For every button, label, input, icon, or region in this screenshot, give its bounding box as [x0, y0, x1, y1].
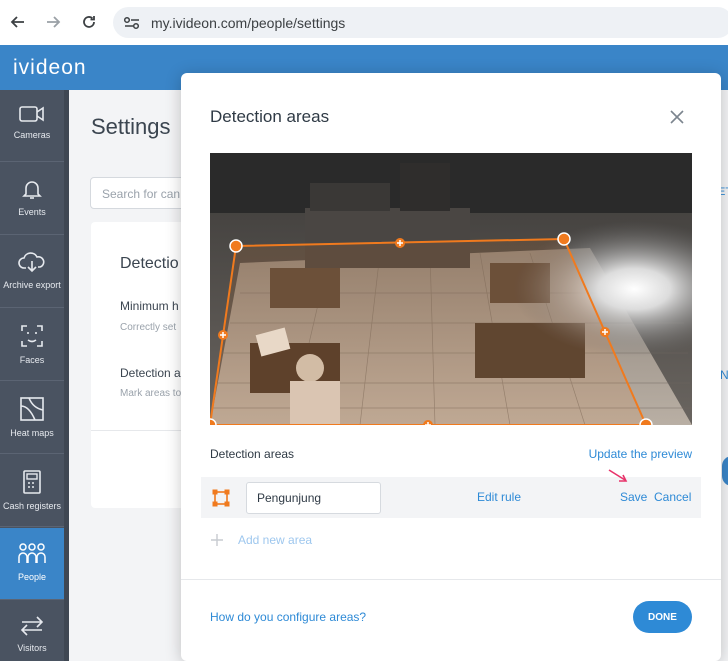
edit-rule-link[interactable]: Edit rule: [477, 490, 521, 504]
cash-register-icon: [23, 470, 41, 494]
footer-divider: [181, 579, 721, 580]
plus-icon: [210, 533, 224, 547]
detection-areas-sub: Mark areas to: [120, 388, 182, 399]
update-preview-link[interactable]: Update the preview: [589, 447, 692, 461]
forward-icon[interactable]: [44, 13, 62, 31]
background-round-button[interactable]: [722, 456, 728, 486]
ivideon-logo[interactable]: ivideon: [13, 56, 87, 80]
sidebar-item-cameras[interactable]: Cameras: [0, 90, 64, 162]
right-edge-text-2[interactable]: N: [720, 368, 728, 382]
page-title: Settings: [91, 114, 171, 139]
camera-preview[interactable]: [210, 153, 692, 425]
bell-icon: [22, 181, 42, 199]
add-new-area-label: Add new area: [238, 533, 313, 547]
add-new-area-button[interactable]: Add new area: [210, 533, 312, 547]
site-settings-icon[interactable]: [121, 12, 143, 34]
reload-icon[interactable]: [80, 13, 98, 31]
sidebar-item-visitors[interactable]: Visitors: [0, 601, 64, 661]
sidebar-label: Visitors: [17, 643, 47, 653]
help-configure-areas-link[interactable]: How do you configure areas?: [210, 610, 366, 624]
sidebar-label: Faces: [19, 355, 45, 365]
sidebar-label: People: [17, 572, 47, 582]
cancel-link[interactable]: Cancel: [654, 490, 691, 504]
heatmap-icon: [20, 397, 44, 421]
sidebar-item-heat-maps[interactable]: Heat maps: [0, 382, 64, 454]
sidebar: Cameras Events Archive export Faces Heat…: [0, 90, 69, 661]
area-row: Edit rule Save Cancel: [201, 477, 701, 518]
sidebar-item-archive-export[interactable]: Archive export: [0, 236, 64, 308]
polygon-area-icon: [212, 489, 230, 507]
sidebar-item-events[interactable]: Events: [0, 163, 64, 235]
sidebar-label: Archive export: [3, 280, 61, 290]
cloud-download-icon: [18, 252, 45, 273]
people-icon: [18, 543, 46, 563]
done-button[interactable]: DONE: [633, 601, 692, 633]
camera-snapshot-image: [210, 153, 692, 425]
back-icon[interactable]: [9, 13, 27, 31]
detection-areas-modal: Detection areas Detection areas Update t…: [181, 73, 721, 661]
modal-title: Detection areas: [210, 107, 330, 126]
close-icon[interactable]: [668, 108, 686, 126]
sidebar-scrollbar[interactable]: [64, 90, 69, 661]
card-title: Detectio: [120, 255, 179, 272]
sidebar-item-people[interactable]: People: [0, 528, 64, 600]
area-name-input[interactable]: [246, 482, 381, 514]
sidebar-label: Cameras: [13, 130, 51, 140]
sidebar-item-cash-registers[interactable]: Cash registers: [0, 455, 64, 527]
pointer-arrow-icon: [608, 469, 628, 483]
detection-areas-label: Detection a: [120, 366, 181, 380]
browser-toolbar: my.ivideon.com/people/settings: [0, 0, 728, 45]
visitors-arrows-icon: [20, 616, 44, 636]
camera-icon: [19, 106, 44, 122]
detection-areas-heading: Detection areas: [210, 447, 295, 461]
sidebar-item-faces[interactable]: Faces: [0, 309, 64, 381]
min-height-label: Minimum h: [120, 299, 179, 313]
sidebar-label: Cash registers: [2, 501, 62, 511]
address-bar[interactable]: my.ivideon.com/people/settings: [113, 7, 728, 38]
face-scan-icon: [21, 325, 43, 347]
url-text: my.ivideon.com/people/settings: [151, 14, 346, 31]
sidebar-label: Events: [18, 207, 46, 217]
save-link[interactable]: Save: [620, 490, 647, 504]
sidebar-label: Heat maps: [10, 428, 54, 438]
min-height-sub: Correctly set: [120, 322, 177, 333]
